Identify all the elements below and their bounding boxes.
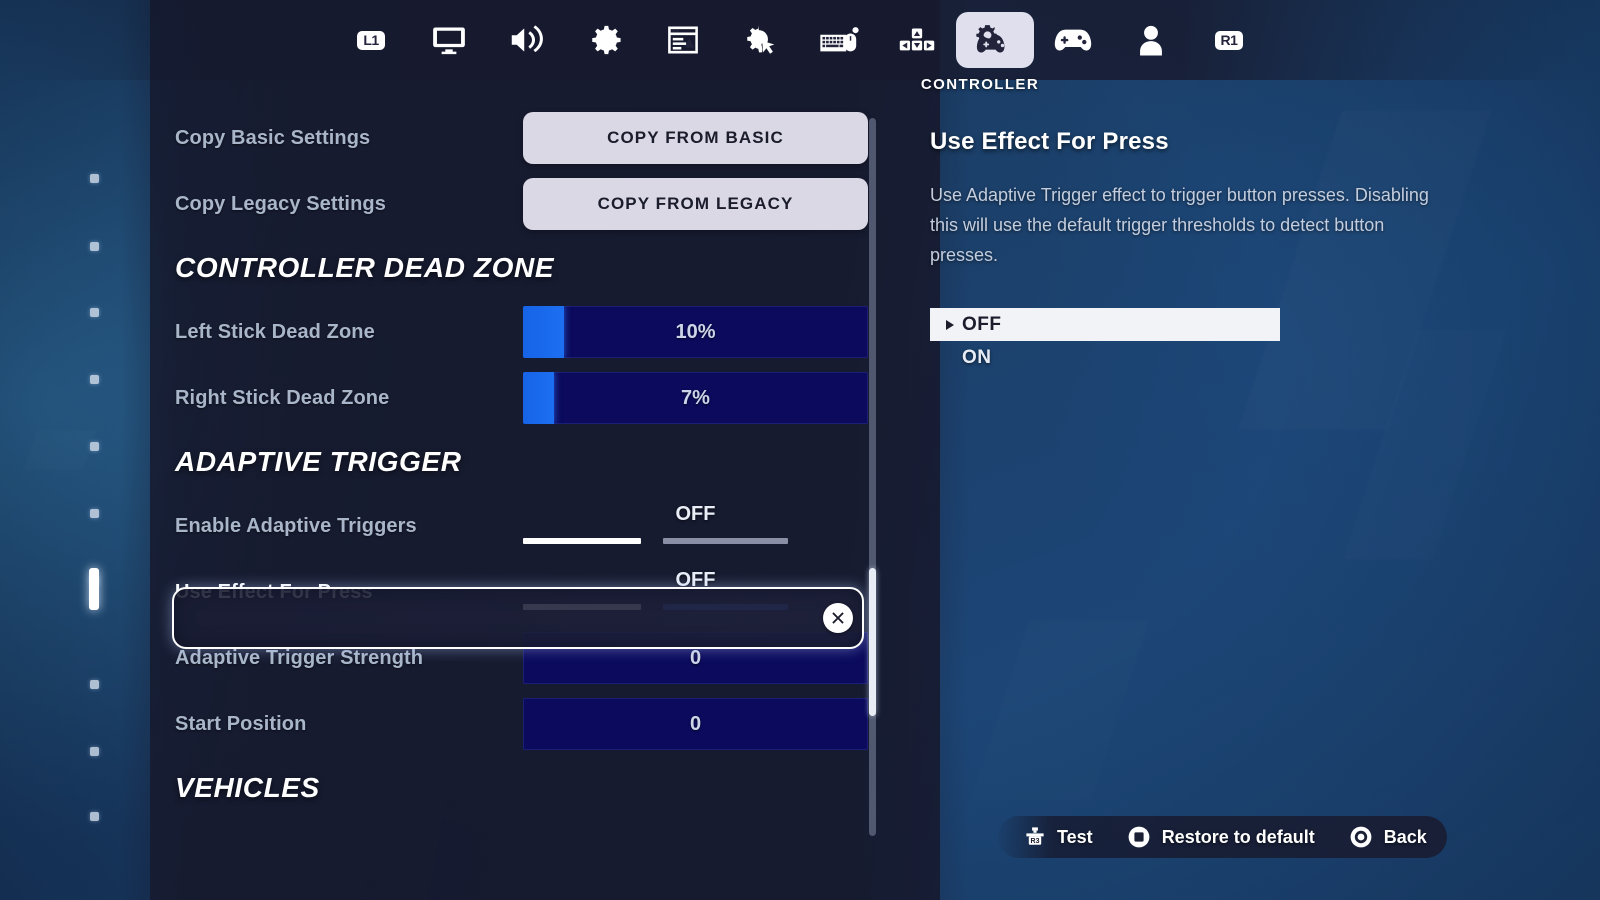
nav-tab-game[interactable]: [566, 12, 644, 68]
svg-text:R3: R3: [1031, 838, 1040, 845]
nav-tab-controller[interactable]: [956, 12, 1034, 68]
scrollbar-thumb[interactable]: [869, 568, 876, 716]
setting-label: Right Stick Dead Zone: [175, 386, 390, 409]
action-label: Test: [1057, 826, 1093, 847]
dpad-keybinds-icon: [899, 28, 935, 51]
caret-right-icon: [946, 319, 954, 330]
rail-dot[interactable]: [90, 308, 99, 317]
r3-stick-press-icon: R3: [1026, 827, 1044, 845]
nav-icon-list: L1 R1: [0, 0, 1600, 80]
l1-bumper-icon: L1: [357, 30, 385, 50]
gear-icon: [592, 25, 621, 55]
nav-tab-audio[interactable]: [488, 12, 566, 68]
option-label: ON: [962, 346, 992, 368]
option-off[interactable]: OFF: [930, 308, 1280, 341]
toggle-segment-off: [523, 538, 641, 544]
start-position-field[interactable]: 0: [523, 698, 868, 750]
rail-dot[interactable]: [90, 375, 99, 384]
rail-dot[interactable]: [90, 812, 99, 821]
action-restore-to-default[interactable]: Restore to default: [1127, 825, 1315, 849]
setting-row-left-stick-dead-zone[interactable]: Left Stick Dead Zone 10%: [175, 299, 875, 365]
section-dot-rail[interactable]: [88, 140, 102, 830]
nav-tab-keyboard-mouse[interactable]: [800, 12, 878, 68]
r1-bumper-icon: R1: [1214, 30, 1244, 50]
setting-row-enable-adaptive-triggers[interactable]: Enable Adaptive Triggers OFF: [175, 493, 875, 559]
action-back[interactable]: Back: [1349, 825, 1427, 849]
person-icon: [1140, 25, 1162, 56]
circle-button-icon: [1350, 826, 1372, 848]
setting-label: Copy Legacy Settings: [175, 192, 386, 215]
slider-fill: [523, 306, 565, 358]
setting-label: Left Stick Dead Zone: [175, 320, 375, 343]
nav-tab-brightness[interactable]: [644, 12, 722, 68]
option-on[interactable]: ON: [930, 341, 1280, 374]
field-value: 0: [689, 646, 702, 669]
section-header-controller-dead-zone: CONTROLLER DEAD ZONE: [175, 252, 555, 283]
close-icon[interactable]: [823, 603, 853, 633]
close-x-glyph: [832, 612, 844, 624]
setting-row-copy-basic-settings[interactable]: Copy Basic Settings COPY FROM BASIC: [175, 105, 875, 171]
field-value: 0: [689, 712, 702, 735]
nav-bumper-left[interactable]: L1: [332, 12, 410, 68]
detail-panel: Use Effect For Press Use Adaptive Trigge…: [930, 128, 1470, 270]
nav-selected-label: CONTROLLER: [920, 76, 1040, 93]
nav-tab-video[interactable]: [410, 12, 488, 68]
gear-cursor-icon: [747, 25, 775, 54]
setting-label: Enable Adaptive Triggers: [175, 514, 417, 537]
speaker-icon: [511, 25, 543, 53]
setting-row-start-position[interactable]: Start Position 0: [175, 691, 875, 757]
setting-row-copy-legacy-settings[interactable]: Copy Legacy Settings COPY FROM LEGACY: [175, 171, 875, 237]
nav-tab-account[interactable]: [1112, 12, 1190, 68]
rail-dot[interactable]: [90, 680, 99, 689]
nav-tab-keybinds[interactable]: [878, 12, 956, 68]
toggle-segment-on: [663, 538, 788, 544]
rail-dot-active[interactable]: [89, 568, 99, 610]
enable-adaptive-triggers-toggle[interactable]: OFF: [523, 500, 868, 552]
setting-label: Adaptive Trigger Strength: [175, 646, 424, 669]
rail-dot[interactable]: [90, 747, 99, 756]
detail-title: Use Effect For Press: [930, 128, 1169, 155]
controller-gear-icon: [976, 25, 1005, 53]
right-stick-dead-zone-slider[interactable]: 7%: [523, 372, 868, 424]
slider-value: 10%: [675, 320, 716, 343]
action-bar: R3 Test Restore to default Back: [998, 816, 1447, 858]
action-label: Restore to default: [1161, 826, 1315, 847]
rail-dot[interactable]: [90, 442, 99, 451]
rail-dot[interactable]: [90, 509, 99, 518]
monitor-icon: [433, 27, 465, 55]
brightness-window-icon: [668, 26, 698, 54]
toggle-value: OFF: [675, 503, 716, 525]
nav-bumper-right[interactable]: R1: [1190, 12, 1268, 68]
section-header-adaptive-trigger: ADAPTIVE TRIGGER: [175, 446, 462, 477]
nav-tab-controller-config[interactable]: [1034, 12, 1112, 68]
setting-label: Start Position: [175, 712, 307, 735]
left-stick-dead-zone-slider[interactable]: 10%: [523, 306, 868, 358]
focused-row-highlight: [172, 587, 864, 649]
option-label: OFF: [962, 313, 1002, 335]
setting-row-right-stick-dead-zone[interactable]: Right Stick Dead Zone 7%: [175, 365, 875, 431]
square-button-icon: [1128, 826, 1150, 848]
settings-list: Copy Basic Settings COPY FROM BASIC Copy…: [175, 105, 875, 819]
controller-icon: [1054, 29, 1092, 51]
scrollbar-track[interactable]: [869, 118, 876, 836]
keyboard-mouse-icon: [820, 27, 859, 52]
action-label: Back: [1383, 826, 1427, 847]
setting-label: Copy Basic Settings: [175, 126, 371, 149]
copy-from-legacy-button[interactable]: COPY FROM LEGACY: [523, 178, 868, 230]
slider-fill: [523, 372, 555, 424]
action-test[interactable]: R3 Test: [1024, 826, 1093, 848]
rail-dot[interactable]: [90, 242, 99, 251]
option-list: OFF ON: [930, 308, 1280, 374]
detail-description: Use Adaptive Trigger effect to trigger b…: [930, 185, 1429, 265]
rail-dot[interactable]: [90, 174, 99, 183]
copy-from-basic-button[interactable]: COPY FROM BASIC: [523, 112, 868, 164]
nav-tab-accessibility[interactable]: [722, 12, 800, 68]
section-header-vehicles: VEHICLES: [175, 772, 320, 803]
slider-value: 7%: [681, 386, 710, 409]
